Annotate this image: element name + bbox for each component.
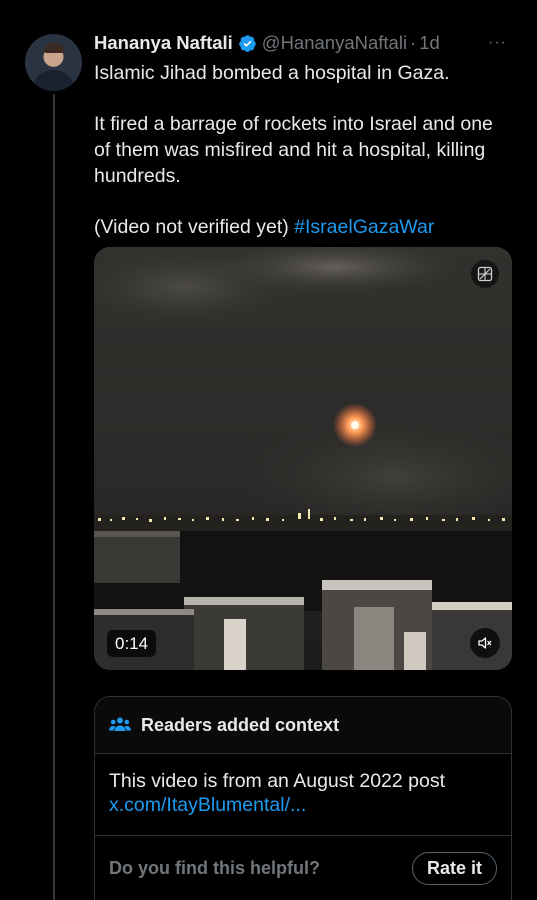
video-frame [94,247,512,670]
separator-dot: · [410,32,417,53]
tweet-line-1: Islamic Jihad bombed a hospital in Gaza. [94,62,450,84]
mute-button[interactable] [470,628,500,658]
community-note-source-link[interactable]: x.com/ItayBlumental/... [109,793,497,817]
hashtag-link[interactable]: #IsraelGazaWar [294,216,434,238]
handle[interactable]: @HananyaNaftali [262,32,407,54]
avatar-hair [44,43,64,53]
rate-it-button[interactable]: Rate it [411,851,497,885]
tweet-paragraph-3-text: (Video not verified yet) [94,216,289,238]
gif-grid-icon[interactable] [471,260,499,288]
verified-badge-icon[interactable] [238,34,257,53]
tweet-header: Hananya Naftali @HananyaNaftali · 1d [94,31,440,55]
display-name[interactable]: Hananya Naftali [94,32,233,54]
community-note-body: This video is from an August 2022 post x… [95,754,511,836]
community-note: Readers added context This video is from… [94,696,512,900]
avatar[interactable] [25,34,82,91]
community-note-footer: Do you find this helpful? Rate it [95,836,511,900]
timestamp[interactable]: 1d [419,32,440,54]
video-player[interactable] [94,247,512,670]
community-note-title: Readers added context [141,714,340,735]
helpful-question: Do you find this helpful? [109,857,320,878]
tweet-paragraph-2: It fired a barrage of rockets into Israe… [94,113,493,187]
speaker-muted-icon [478,637,492,649]
community-note-header: Readers added context [95,697,511,754]
people-icon [109,717,131,731]
thread-line [53,94,55,900]
community-note-text: This video is from an August 2022 post [109,770,446,792]
tweet-paragraph-3: (Video not verified yet) #IsraelGazaWar [94,214,514,240]
tweet-text: Islamic Jihad bombed a hospital in Gaza.… [94,60,514,240]
more-options-icon[interactable]: ··· [488,34,512,51]
video-duration: 0:14 [107,630,157,657]
avatar-suit [34,70,73,91]
